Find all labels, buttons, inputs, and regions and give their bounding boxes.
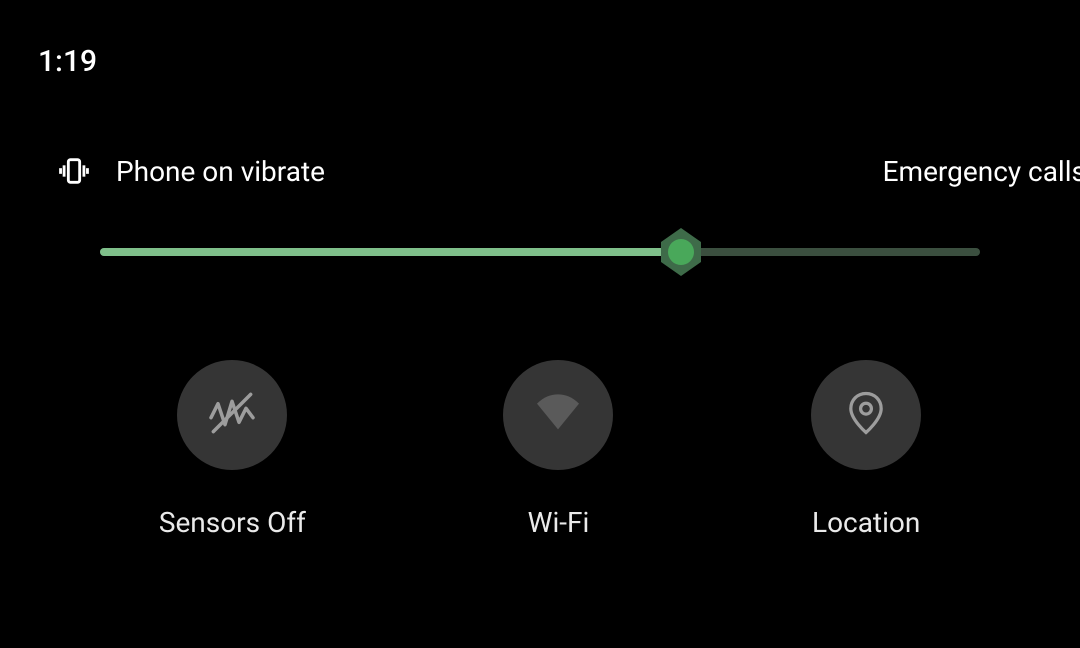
info-row: Phone on vibrate Emergency calls: [56, 153, 1080, 189]
location-icon: [840, 387, 892, 443]
tile-sensors-off[interactable]: Sensors Off: [159, 360, 306, 539]
wifi-icon: [530, 385, 586, 445]
tile-location-label: Location: [812, 506, 920, 539]
tile-wifi-label: Wi-Fi: [528, 506, 590, 539]
tile-sensors-off-button[interactable]: [177, 360, 287, 470]
brightness-slider[interactable]: [100, 248, 980, 256]
tile-location-button[interactable]: [811, 360, 921, 470]
quick-settings-panel: 1:19 Phone on vibrate Emergency calls: [0, 0, 1080, 648]
tile-sensors-off-label: Sensors Off: [159, 506, 306, 539]
brightness-fill: [100, 248, 681, 256]
tile-wifi-button[interactable]: [503, 360, 613, 470]
tile-location[interactable]: Location: [811, 360, 921, 539]
tile-wifi[interactable]: Wi-Fi: [503, 360, 613, 539]
sensors-off-icon: [204, 385, 260, 445]
emergency-calls-label[interactable]: Emergency calls: [883, 155, 1080, 188]
vibrate-icon: [56, 153, 92, 189]
ringer-label: Phone on vibrate: [116, 155, 325, 188]
quick-tiles-row: Sensors Off Wi-Fi L: [0, 360, 1080, 539]
status-time: 1:19: [38, 44, 97, 79]
ringer-status: Phone on vibrate: [56, 153, 325, 189]
